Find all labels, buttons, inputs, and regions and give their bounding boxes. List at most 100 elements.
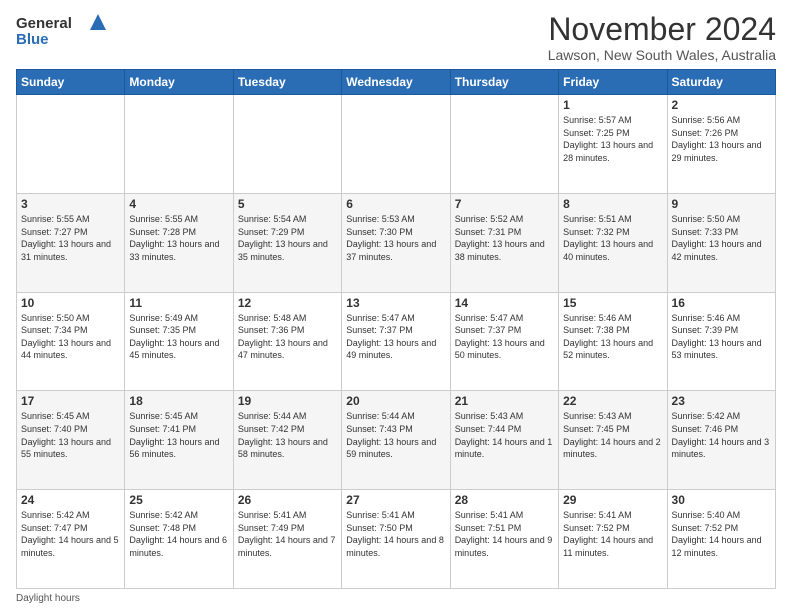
calendar-week-row: 1Sunrise: 5:57 AM Sunset: 7:25 PM Daylig… bbox=[17, 95, 776, 194]
day-number: 26 bbox=[238, 493, 337, 507]
subtitle: Lawson, New South Wales, Australia bbox=[548, 47, 776, 63]
day-number: 16 bbox=[672, 296, 771, 310]
calendar-cell: 20 Sunrise: 5:44 AM Sunset: 7:43 PM Dayli… bbox=[342, 391, 450, 490]
day-number: 11 bbox=[129, 296, 228, 310]
day-number: 18 bbox=[129, 394, 228, 408]
calendar-cell: 24 Sunrise: 5:42 AM Sunset: 7:47 PM Dayli… bbox=[17, 490, 125, 589]
day-number: 7 bbox=[455, 197, 554, 211]
calendar-cell: 4Sunrise: 5:55 AM Sunset: 7:28 PM Daylig… bbox=[125, 193, 233, 292]
calendar-cell: 16 Sunrise: 5:46 AM Sunset: 7:39 PM Dayli… bbox=[667, 292, 775, 391]
day-number: 15 bbox=[563, 296, 662, 310]
day-info: Sunrise: 5:56 AM Sunset: 7:26 PM Dayligh… bbox=[672, 114, 771, 164]
day-info: Sunrise: 5:50 AM Sunset: 7:34 PM Dayligh… bbox=[21, 312, 120, 362]
calendar-cell: 13Sunrise: 5:47 AM Sunset: 7:37 PM Dayli… bbox=[342, 292, 450, 391]
day-of-week-header: Tuesday bbox=[233, 70, 341, 95]
calendar-cell: 26 Sunrise: 5:41 AM Sunset: 7:49 PM Dayli… bbox=[233, 490, 341, 589]
day-number: 6 bbox=[346, 197, 445, 211]
calendar-week-row: 10Sunrise: 5:50 AM Sunset: 7:34 PM Dayli… bbox=[17, 292, 776, 391]
day-info: Sunrise: 5:42 AM Sunset: 7:47 PM Dayligh… bbox=[21, 509, 120, 559]
day-info: Sunrise: 5:50 AM Sunset: 7:33 PM Dayligh… bbox=[672, 213, 771, 263]
calendar-cell: 5Sunrise: 5:54 AM Sunset: 7:29 PM Daylig… bbox=[233, 193, 341, 292]
day-number: 9 bbox=[672, 197, 771, 211]
day-info: Sunrise: 5:44 AM Sunset: 7:43 PM Dayligh… bbox=[346, 410, 445, 460]
day-number: 3 bbox=[21, 197, 120, 211]
calendar-cell: 12 Sunrise: 5:48 AM Sunset: 7:36 PM Dayli… bbox=[233, 292, 341, 391]
day-number: 29 bbox=[563, 493, 662, 507]
calendar-cell: 30 Sunrise: 5:40 AM Sunset: 7:52 PM Dayli… bbox=[667, 490, 775, 589]
day-info: Sunrise: 5:45 AM Sunset: 7:40 PM Dayligh… bbox=[21, 410, 120, 460]
calendar-cell: 21 Sunrise: 5:43 AM Sunset: 7:44 PM Dayli… bbox=[450, 391, 558, 490]
calendar-cell bbox=[450, 95, 558, 194]
day-number: 21 bbox=[455, 394, 554, 408]
day-info: Sunrise: 5:43 AM Sunset: 7:45 PM Dayligh… bbox=[563, 410, 662, 460]
day-info: Sunrise: 5:48 AM Sunset: 7:36 PM Dayligh… bbox=[238, 312, 337, 362]
day-info: Sunrise: 5:41 AM Sunset: 7:49 PM Dayligh… bbox=[238, 509, 337, 559]
day-info: Sunrise: 5:49 AM Sunset: 7:35 PM Dayligh… bbox=[129, 312, 228, 362]
calendar-cell: 1Sunrise: 5:57 AM Sunset: 7:25 PM Daylig… bbox=[559, 95, 667, 194]
footer: Daylight hours bbox=[16, 593, 776, 604]
day-info: Sunrise: 5:41 AM Sunset: 7:52 PM Dayligh… bbox=[563, 509, 662, 559]
calendar-cell: 9 Sunrise: 5:50 AM Sunset: 7:33 PM Daylig… bbox=[667, 193, 775, 292]
day-info: Sunrise: 5:57 AM Sunset: 7:25 PM Dayligh… bbox=[563, 114, 662, 164]
calendar-cell: 22 Sunrise: 5:43 AM Sunset: 7:45 PM Dayli… bbox=[559, 391, 667, 490]
day-info: Sunrise: 5:46 AM Sunset: 7:38 PM Dayligh… bbox=[563, 312, 662, 362]
day-info: Sunrise: 5:47 AM Sunset: 7:37 PM Dayligh… bbox=[455, 312, 554, 362]
day-of-week-header: Saturday bbox=[667, 70, 775, 95]
day-of-week-header: Thursday bbox=[450, 70, 558, 95]
day-info: Sunrise: 5:45 AM Sunset: 7:41 PM Dayligh… bbox=[129, 410, 228, 460]
day-info: Sunrise: 5:41 AM Sunset: 7:51 PM Dayligh… bbox=[455, 509, 554, 559]
day-number: 20 bbox=[346, 394, 445, 408]
calendar-cell: 27Sunrise: 5:41 AM Sunset: 7:50 PM Dayli… bbox=[342, 490, 450, 589]
day-info: Sunrise: 5:42 AM Sunset: 7:46 PM Dayligh… bbox=[672, 410, 771, 460]
daylight-label: Daylight hours bbox=[16, 593, 80, 604]
calendar-header-row: SundayMondayTuesdayWednesdayThursdayFrid… bbox=[17, 70, 776, 95]
title-block: November 2024 Lawson, New South Wales, A… bbox=[548, 12, 776, 63]
calendar-cell: 7 Sunrise: 5:52 AM Sunset: 7:31 PM Daylig… bbox=[450, 193, 558, 292]
day-number: 17 bbox=[21, 394, 120, 408]
calendar-cell: 28 Sunrise: 5:41 AM Sunset: 7:51 PM Dayli… bbox=[450, 490, 558, 589]
day-number: 24 bbox=[21, 493, 120, 507]
calendar-table: SundayMondayTuesdayWednesdayThursdayFrid… bbox=[16, 69, 776, 589]
day-number: 14 bbox=[455, 296, 554, 310]
day-number: 23 bbox=[672, 394, 771, 408]
calendar-cell bbox=[342, 95, 450, 194]
calendar-week-row: 17 Sunrise: 5:45 AM Sunset: 7:40 PM Dayli… bbox=[17, 391, 776, 490]
calendar-cell: 25Sunrise: 5:42 AM Sunset: 7:48 PM Dayli… bbox=[125, 490, 233, 589]
calendar-week-row: 3Sunrise: 5:55 AM Sunset: 7:27 PM Daylig… bbox=[17, 193, 776, 292]
day-info: Sunrise: 5:55 AM Sunset: 7:28 PM Dayligh… bbox=[129, 213, 228, 263]
calendar-cell: 18 Sunrise: 5:45 AM Sunset: 7:41 PM Dayli… bbox=[125, 391, 233, 490]
day-of-week-header: Wednesday bbox=[342, 70, 450, 95]
calendar-cell: 8Sunrise: 5:51 AM Sunset: 7:32 PM Daylig… bbox=[559, 193, 667, 292]
day-number: 22 bbox=[563, 394, 662, 408]
day-number: 25 bbox=[129, 493, 228, 507]
day-of-week-header: Monday bbox=[125, 70, 233, 95]
calendar-week-row: 24 Sunrise: 5:42 AM Sunset: 7:47 PM Dayli… bbox=[17, 490, 776, 589]
calendar-cell: 11 Sunrise: 5:49 AM Sunset: 7:35 PM Dayli… bbox=[125, 292, 233, 391]
calendar-cell: 23 Sunrise: 5:42 AM Sunset: 7:46 PM Dayli… bbox=[667, 391, 775, 490]
day-number: 19 bbox=[238, 394, 337, 408]
day-info: Sunrise: 5:46 AM Sunset: 7:39 PM Dayligh… bbox=[672, 312, 771, 362]
main-title: November 2024 bbox=[548, 12, 776, 47]
calendar-cell: 15 Sunrise: 5:46 AM Sunset: 7:38 PM Dayli… bbox=[559, 292, 667, 391]
day-info: Sunrise: 5:52 AM Sunset: 7:31 PM Dayligh… bbox=[455, 213, 554, 263]
day-number: 27 bbox=[346, 493, 445, 507]
day-of-week-header: Sunday bbox=[17, 70, 125, 95]
day-info: Sunrise: 5:43 AM Sunset: 7:44 PM Dayligh… bbox=[455, 410, 554, 460]
calendar-cell bbox=[125, 95, 233, 194]
logo: General Blue bbox=[16, 12, 106, 48]
day-number: 28 bbox=[455, 493, 554, 507]
day-number: 30 bbox=[672, 493, 771, 507]
day-number: 8 bbox=[563, 197, 662, 211]
day-info: Sunrise: 5:53 AM Sunset: 7:30 PM Dayligh… bbox=[346, 213, 445, 263]
logo-svg: General Blue bbox=[16, 12, 106, 48]
day-info: Sunrise: 5:40 AM Sunset: 7:52 PM Dayligh… bbox=[672, 509, 771, 559]
calendar-cell: 14 Sunrise: 5:47 AM Sunset: 7:37 PM Dayli… bbox=[450, 292, 558, 391]
calendar-cell bbox=[17, 95, 125, 194]
page: General Blue November 2024 Lawson, New S… bbox=[0, 0, 792, 612]
day-number: 2 bbox=[672, 98, 771, 112]
day-of-week-header: Friday bbox=[559, 70, 667, 95]
calendar-cell bbox=[233, 95, 341, 194]
day-info: Sunrise: 5:44 AM Sunset: 7:42 PM Dayligh… bbox=[238, 410, 337, 460]
calendar-cell: 29 Sunrise: 5:41 AM Sunset: 7:52 PM Dayli… bbox=[559, 490, 667, 589]
day-number: 12 bbox=[238, 296, 337, 310]
